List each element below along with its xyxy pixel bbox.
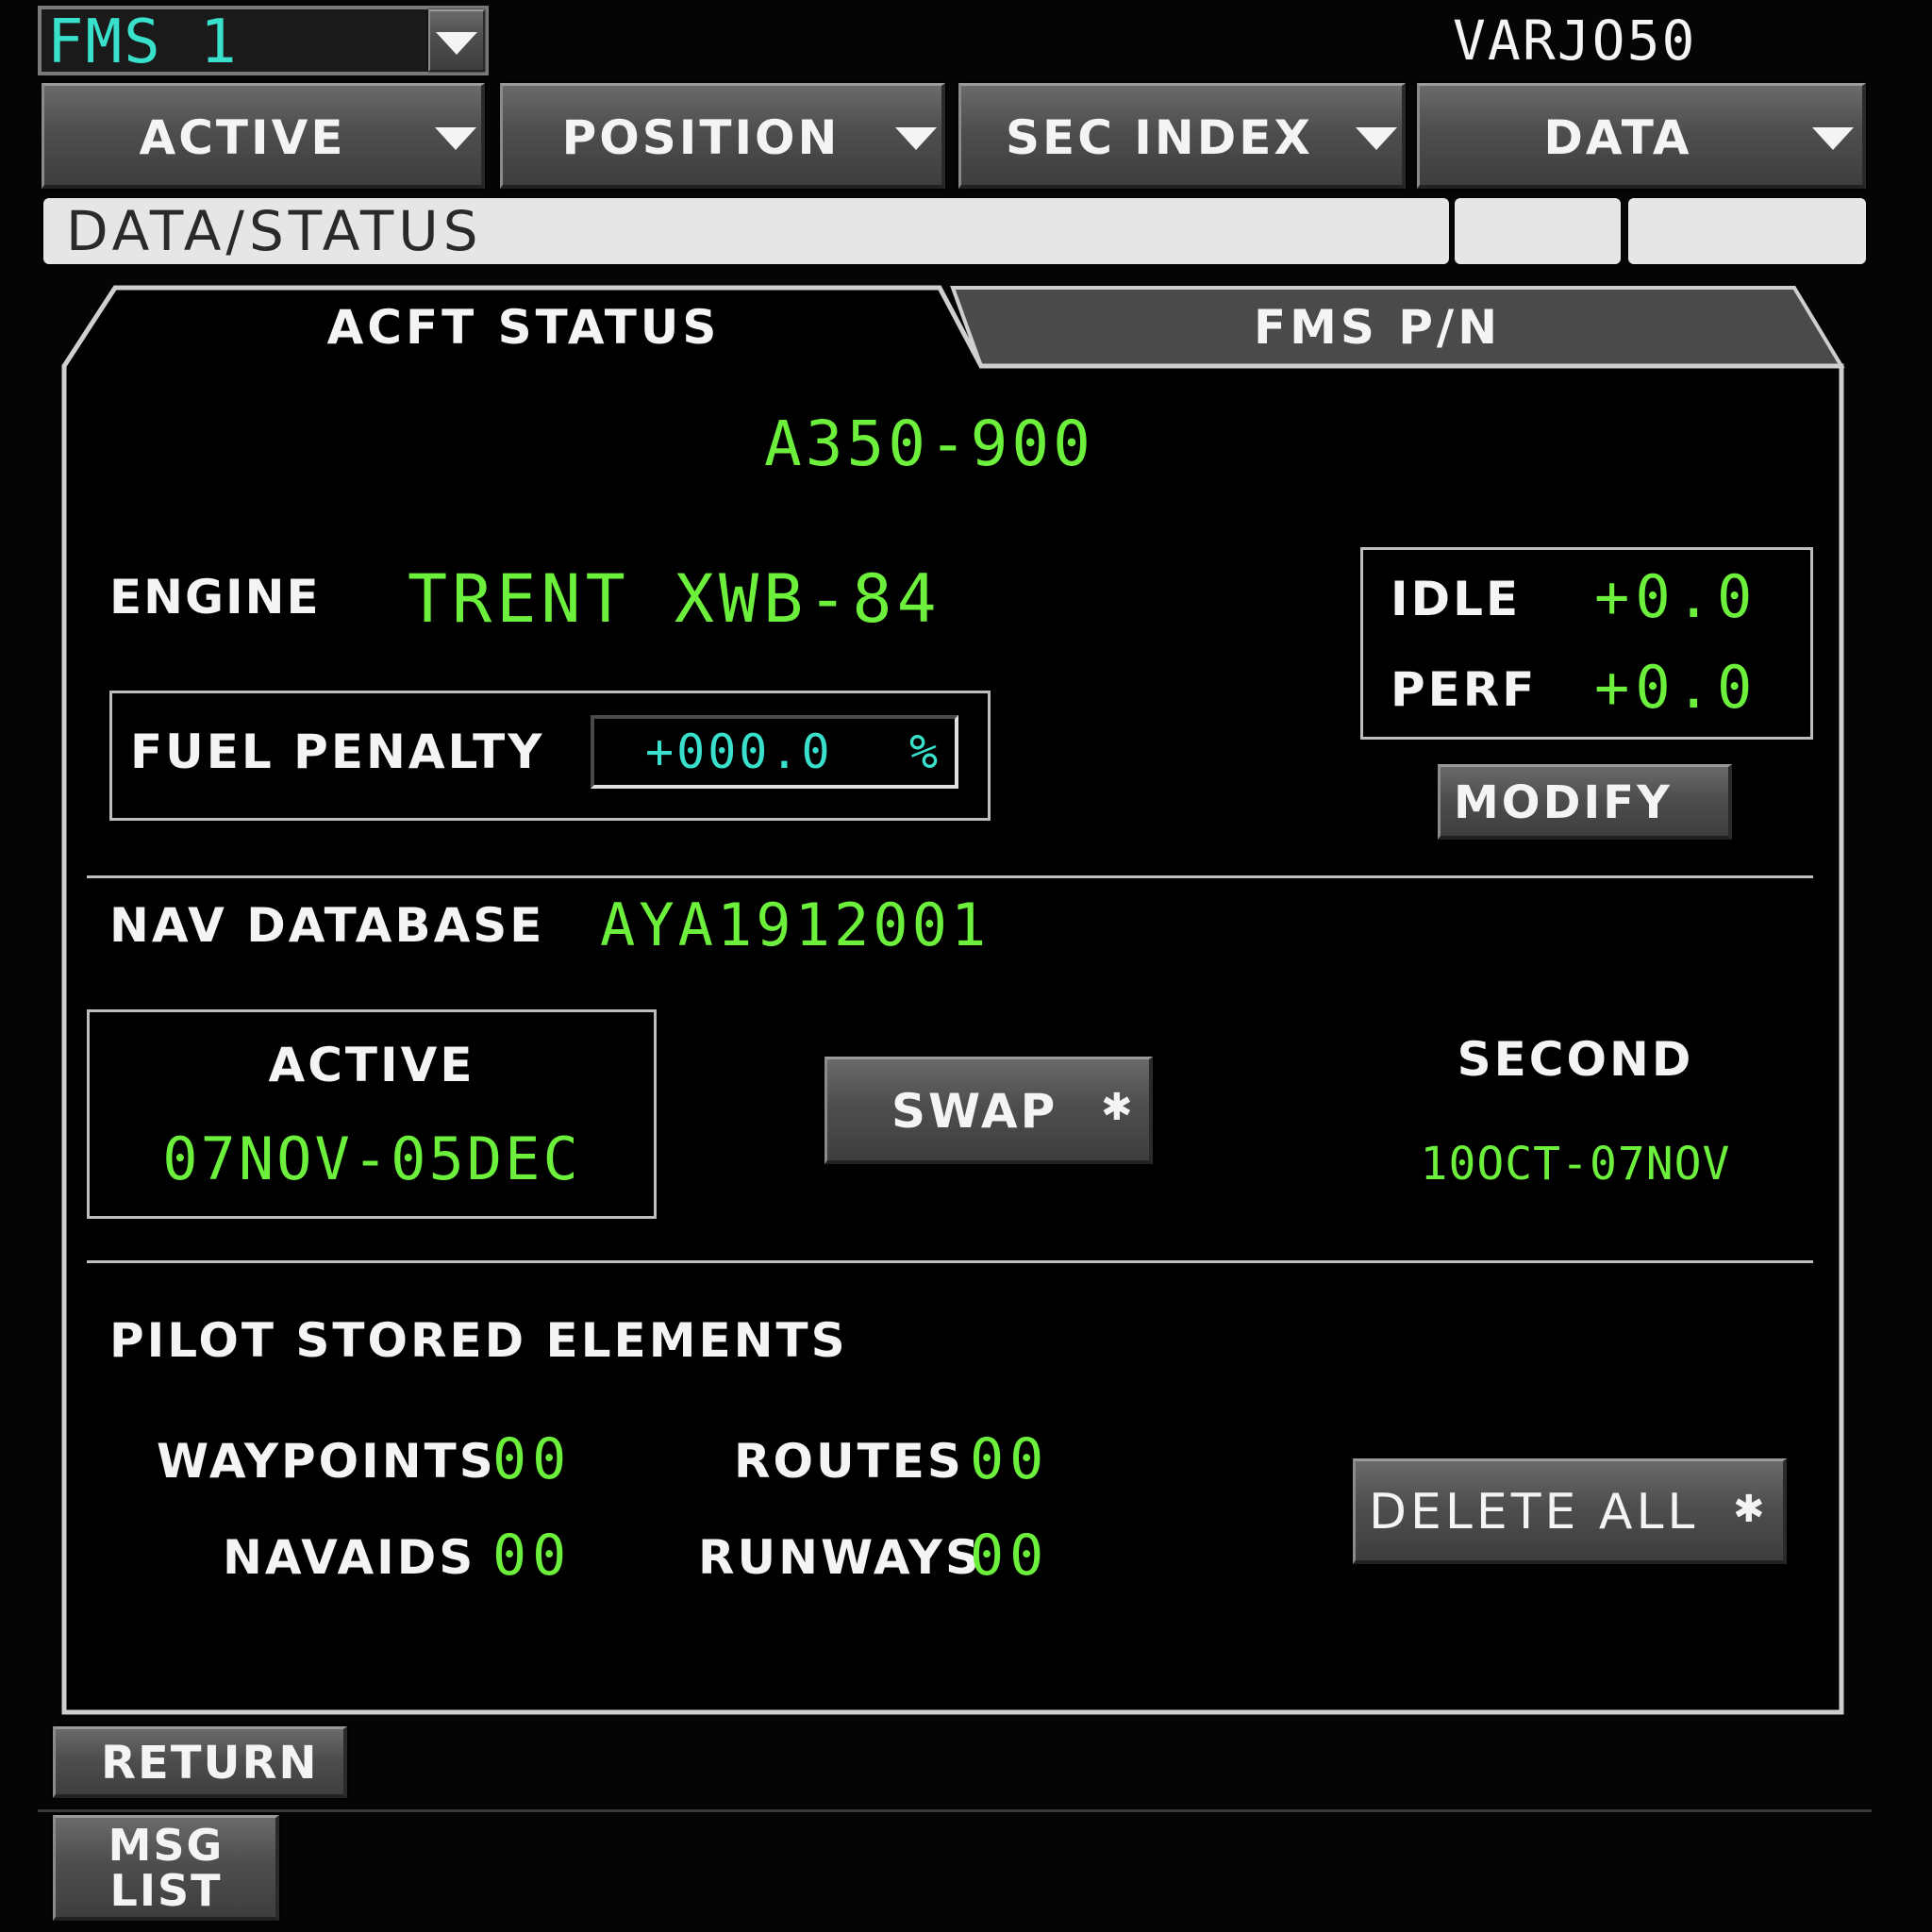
idle-value: +0.0 xyxy=(1594,562,1758,631)
runways-label: RUNWAYS xyxy=(698,1530,982,1585)
waypoints-label: WAYPOINTS xyxy=(157,1434,496,1489)
fuel-penalty-input[interactable]: +000.0 % xyxy=(591,715,958,789)
waypoints-value: 00 xyxy=(492,1426,573,1492)
perf-value: +0.0 xyxy=(1594,653,1758,722)
delete-all-button[interactable]: DELETE ALL ✱ xyxy=(1353,1458,1787,1564)
idle-label: IDLE xyxy=(1391,572,1522,626)
runways-value: 00 xyxy=(970,1523,1050,1589)
second-database-range: 10OCT-07NOV xyxy=(1420,1138,1731,1191)
fuel-penalty-unit: % xyxy=(909,724,939,779)
msg-list-button[interactable]: MSG LIST xyxy=(53,1815,279,1921)
swap-label: SWAP xyxy=(891,1084,1058,1139)
return-label: RETURN xyxy=(101,1737,319,1790)
footer-divider xyxy=(38,1809,1872,1812)
active-database-range: 07NOV-05DEC xyxy=(162,1124,581,1193)
engine-value: TRENT XWB-84 xyxy=(408,560,941,638)
star-icon: ✱ xyxy=(1101,1086,1133,1129)
pilot-stored-title: PILOT STORED ELEMENTS xyxy=(109,1313,848,1368)
msg-list-label-line1: MSG xyxy=(108,1820,225,1871)
star-icon: ✱ xyxy=(1733,1488,1765,1531)
swap-button[interactable]: SWAP ✱ xyxy=(824,1057,1153,1164)
engine-label: ENGINE xyxy=(109,570,321,625)
section-divider xyxy=(87,1260,1813,1263)
active-database-label: ACTIVE xyxy=(268,1038,475,1092)
aircraft-type: A350-900 xyxy=(764,408,1094,480)
routes-value: 00 xyxy=(970,1426,1050,1492)
navaids-label: NAVAIDS xyxy=(223,1530,476,1585)
routes-label: ROUTES xyxy=(734,1434,964,1489)
tab-fms-pn[interactable]: FMS P/N xyxy=(1000,300,1755,355)
section-divider xyxy=(87,875,1813,878)
perf-label: PERF xyxy=(1391,662,1538,717)
delete-all-label: DELETE ALL xyxy=(1369,1484,1699,1541)
return-button[interactable]: RETURN xyxy=(53,1726,347,1798)
nav-database-value: AYA1912001 xyxy=(600,891,991,959)
tab-acft-status[interactable]: ACFT STATUS xyxy=(142,300,906,355)
tab-panel-frame xyxy=(61,285,1845,1715)
msg-list-label-line2: LIST xyxy=(109,1865,223,1916)
fuel-penalty-value: +000.0 xyxy=(645,724,833,779)
navaids-value: 00 xyxy=(492,1523,573,1589)
nav-database-label: NAV DATABASE xyxy=(109,898,545,953)
fuel-penalty-label: FUEL PENALTY xyxy=(130,724,545,779)
modify-button[interactable]: MODIFY xyxy=(1438,764,1732,840)
second-database-label: SECOND xyxy=(1457,1032,1694,1087)
modify-label: MODIFY xyxy=(1454,776,1673,829)
